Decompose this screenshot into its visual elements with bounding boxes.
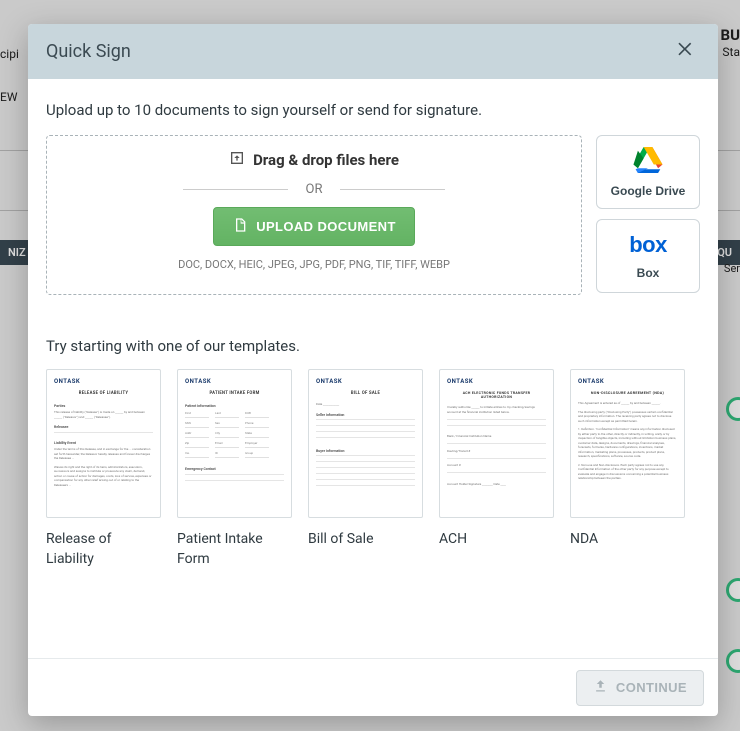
continue-label: CONTINUE bbox=[616, 680, 687, 695]
continue-button[interactable]: CONTINUE bbox=[576, 670, 704, 706]
supported-formats: DOC, DOCX, HEIC, JPEG, JPG, PDF, PNG, TI… bbox=[178, 258, 450, 271]
template-label: Patient Intake Form bbox=[177, 530, 292, 569]
template-thumbnail: ONTASK PATIENT INTAKE FORM Patient Infor… bbox=[177, 369, 292, 518]
template-bill-of-sale[interactable]: ONTASK BILL OF SALE Date ____________ Se… bbox=[308, 369, 423, 569]
template-release-of-liability[interactable]: ONTASK RELEASE OF LIABILITY Parties This… bbox=[46, 369, 161, 569]
download-square-icon bbox=[229, 150, 245, 170]
google-drive-icon bbox=[633, 147, 663, 176]
template-nda[interactable]: ONTASK NON-DISCLOSURE AGREEMENT (NDA) Th… bbox=[570, 369, 685, 569]
templates-row: ONTASK RELEASE OF LIABILITY Parties This… bbox=[46, 369, 700, 569]
quick-sign-modal: Quick Sign Upload up to 10 documents to … bbox=[28, 24, 718, 716]
templates-title: Try starting with one of our templates. bbox=[46, 337, 700, 355]
document-icon bbox=[232, 217, 248, 236]
provider-label: Box bbox=[637, 266, 660, 280]
modal-title: Quick Sign bbox=[46, 41, 131, 62]
upload-icon bbox=[593, 679, 608, 697]
template-thumbnail: ONTASK RELEASE OF LIABILITY Parties This… bbox=[46, 369, 161, 518]
template-label: Release of Liability bbox=[46, 530, 161, 569]
dropzone-title-row: Drag & drop files here bbox=[229, 150, 399, 170]
modal-body: Upload up to 10 documents to sign yourse… bbox=[28, 79, 718, 658]
close-icon bbox=[676, 39, 696, 65]
doc-title: PATIENT INTAKE FORM bbox=[185, 391, 284, 396]
close-button[interactable] bbox=[672, 38, 700, 66]
doc-brand: ONTASK bbox=[54, 378, 153, 385]
template-ach[interactable]: ONTASK ACH ELECTRONIC FUNDS TRANSFER AUT… bbox=[439, 369, 554, 569]
template-thumbnail: ONTASK BILL OF SALE Date ____________ Se… bbox=[308, 369, 423, 518]
dropzone-title: Drag & drop files here bbox=[253, 151, 399, 169]
modal-footer: CONTINUE bbox=[28, 658, 718, 716]
upload-intro: Upload up to 10 documents to sign yourse… bbox=[46, 101, 700, 119]
box-icon: box bbox=[629, 232, 667, 258]
doc-title: NON-DISCLOSURE AGREEMENT (NDA) bbox=[578, 391, 677, 395]
template-label: NDA bbox=[570, 530, 685, 550]
or-text: OR bbox=[306, 182, 323, 197]
or-row: OR bbox=[183, 182, 446, 197]
modal-header: Quick Sign bbox=[28, 24, 718, 79]
doc-brand: ONTASK bbox=[578, 378, 677, 385]
doc-title: ACH ELECTRONIC FUNDS TRANSFER AUTHORIZAT… bbox=[447, 391, 546, 399]
doc-title: BILL OF SALE bbox=[316, 391, 415, 396]
doc-brand: ONTASK bbox=[185, 378, 284, 385]
google-drive-button[interactable]: Google Drive bbox=[596, 135, 700, 209]
upload-button-label: UPLOAD DOCUMENT bbox=[256, 219, 396, 234]
doc-title: RELEASE OF LIABILITY bbox=[54, 391, 153, 396]
template-label: ACH bbox=[439, 530, 554, 550]
template-patient-intake[interactable]: ONTASK PATIENT INTAKE FORM Patient Infor… bbox=[177, 369, 292, 569]
box-button[interactable]: box Box bbox=[596, 219, 700, 293]
template-thumbnail: ONTASK NON-DISCLOSURE AGREEMENT (NDA) Th… bbox=[570, 369, 685, 518]
divider bbox=[340, 189, 445, 190]
cloud-providers: Google Drive box Box bbox=[596, 135, 700, 295]
upload-row: Drag & drop files here OR UPLOAD DOCUMEN… bbox=[46, 135, 700, 295]
upload-document-button[interactable]: UPLOAD DOCUMENT bbox=[213, 207, 415, 246]
upload-dropzone[interactable]: Drag & drop files here OR UPLOAD DOCUMEN… bbox=[46, 135, 582, 295]
provider-label: Google Drive bbox=[611, 184, 686, 198]
template-label: Bill of Sale bbox=[308, 530, 423, 550]
doc-brand: ONTASK bbox=[316, 378, 415, 385]
doc-brand: ONTASK bbox=[447, 378, 546, 385]
template-thumbnail: ONTASK ACH ELECTRONIC FUNDS TRANSFER AUT… bbox=[439, 369, 554, 518]
divider bbox=[183, 189, 288, 190]
